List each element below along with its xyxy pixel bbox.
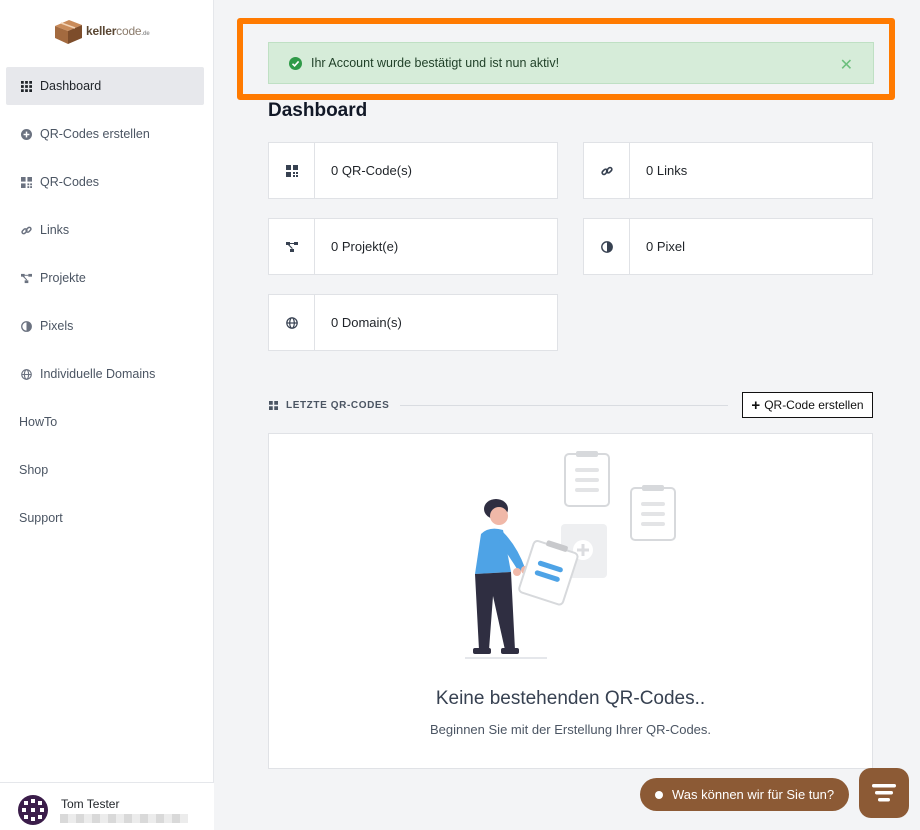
chat-prompt-bubble[interactable]: Was können wir für Sie tun?	[640, 778, 849, 811]
sidebar-nav: Dashboard QR-Codes erstellen QR-Codes Li…	[6, 67, 204, 547]
sidebar-item-links[interactable]: Links	[6, 211, 204, 249]
empty-clipboard-illustration	[465, 451, 676, 659]
create-qr-code-button[interactable]: + QR-Code erstellen	[742, 392, 873, 418]
sidebar-item-label: Dashboard	[40, 79, 102, 93]
stat-qr-codes-value: 0 QR-Code(s)	[331, 163, 412, 178]
globe-icon	[20, 368, 32, 380]
link-icon	[20, 224, 32, 236]
box-logo-icon	[55, 20, 82, 44]
sidebar-item-label: Pixels	[40, 319, 74, 333]
online-dot-icon	[655, 790, 663, 799]
contrast-icon	[20, 320, 32, 332]
sidebar-item-domains[interactable]: Individuelle Domains	[6, 355, 204, 393]
divider	[400, 405, 728, 406]
sidebar-item-label: Individuelle Domains	[40, 367, 156, 381]
stat-card-domains[interactable]: 0 Domain(s)	[268, 294, 558, 351]
stat-domains-value: 0 Domain(s)	[331, 315, 402, 330]
project-icon	[20, 272, 32, 284]
sidebar-item-dashboard[interactable]: Dashboard	[6, 67, 204, 105]
brand-name: kellercode.de	[86, 24, 150, 38]
user-profile[interactable]: Tom Tester	[0, 782, 214, 830]
sidebar-item-projects[interactable]: Projekte	[6, 259, 204, 297]
recent-qr-codes-header: LETZTE QR-CODES + QR-Code erstellen	[268, 392, 873, 418]
page-title: Dashboard	[268, 100, 368, 121]
sidebar-item-label: QR-Codes	[40, 175, 100, 189]
sidebar-item-pixels[interactable]: Pixels	[6, 307, 204, 345]
stat-projects-value: 0 Projekt(e)	[331, 239, 399, 254]
stat-links-value: 0 Links	[646, 163, 688, 178]
user-email-redacted	[60, 814, 188, 823]
brand-logo[interactable]: kellercode.de	[52, 16, 150, 46]
sidebar: kellercode.de Dashboard QR-Codes erstell…	[0, 0, 214, 830]
sidebar-item-shop[interactable]: Shop	[6, 451, 204, 489]
success-alert: Ihr Account wurde bestätigt und ist nun …	[268, 42, 874, 84]
create-qr-code-label: QR-Code erstellen	[764, 398, 864, 412]
chat-open-button[interactable]	[859, 768, 909, 818]
empty-state-title: Keine bestehenden QR-Codes..	[435, 688, 706, 709]
sidebar-item-label: Shop	[19, 463, 49, 477]
check-circle-icon	[289, 56, 302, 70]
sidebar-item-qr-create[interactable]: QR-Codes erstellen	[6, 115, 204, 153]
contrast-icon	[600, 240, 613, 253]
chat-menu-icon	[872, 784, 896, 802]
stat-card-qr-codes[interactable]: 0 QR-Code(s)	[268, 142, 558, 199]
stat-pixel-value: 0 Pixel	[646, 239, 686, 254]
empty-state-subtitle: Beginnen Sie mit der Erstellung Ihrer QR…	[429, 722, 712, 737]
user-name: Tom Tester	[61, 797, 120, 811]
stat-card-projects[interactable]: 0 Projekt(e)	[268, 218, 558, 275]
plus-icon: +	[751, 396, 761, 414]
grid-icon	[20, 80, 32, 92]
sidebar-item-label: Projekte	[40, 271, 86, 285]
empty-state: Keine bestehenden QR-Codes.. Beginnen Si…	[268, 433, 873, 769]
project-icon	[285, 241, 298, 252]
stat-card-pixel[interactable]: 0 Pixel	[583, 218, 873, 275]
sidebar-item-label: Links	[40, 223, 70, 237]
close-icon[interactable]: ✕	[840, 55, 853, 75]
globe-icon	[285, 316, 298, 329]
avatar	[18, 795, 48, 825]
plus-circle-icon	[20, 128, 32, 140]
section-title: LETZTE QR-CODES	[286, 400, 390, 411]
sidebar-item-label: HowTo	[19, 415, 58, 429]
sidebar-item-label: QR-Codes erstellen	[40, 127, 150, 141]
sidebar-item-label: Support	[19, 511, 63, 525]
chat-prompt-label: Was können wir für Sie tun?	[672, 787, 835, 802]
qr-icon	[285, 164, 298, 177]
alert-message: Ihr Account wurde bestätigt und ist nun …	[311, 56, 560, 70]
link-icon	[600, 166, 613, 175]
sidebar-item-support[interactable]: Support	[6, 499, 204, 537]
qr-icon	[269, 401, 278, 410]
qr-icon	[20, 176, 32, 188]
sidebar-item-howto[interactable]: HowTo	[6, 403, 204, 441]
sidebar-item-qr-codes[interactable]: QR-Codes	[6, 163, 204, 201]
stat-card-links[interactable]: 0 Links	[583, 142, 873, 199]
